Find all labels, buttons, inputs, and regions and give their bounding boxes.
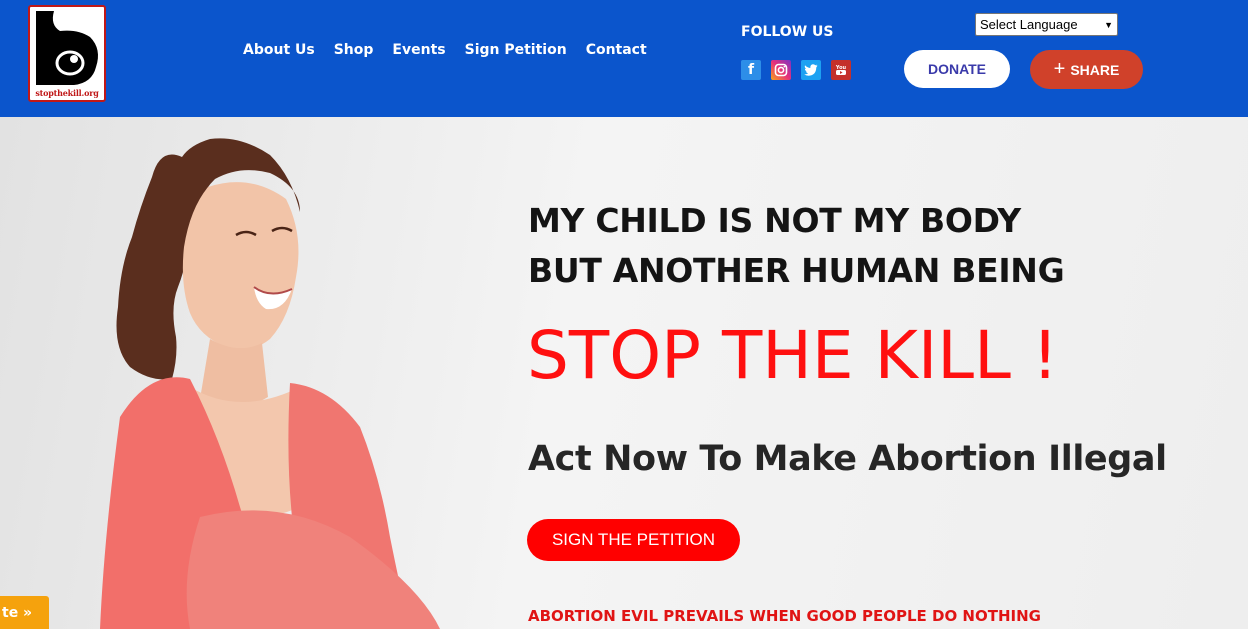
share-label: SHARE <box>1070 61 1120 78</box>
site-logo[interactable]: stopthekill.org <box>28 5 106 102</box>
nav-item-shop[interactable]: Shop <box>334 42 374 58</box>
pregnancy-silhouette-icon <box>36 11 98 85</box>
site-header: stopthekill.org About Us Shop Events Sig… <box>0 0 1248 117</box>
youtube-icon[interactable]: You <box>831 60 851 80</box>
nav-item-sign-petition[interactable]: Sign Petition <box>465 42 567 58</box>
language-select-value: Select Language <box>980 17 1078 32</box>
language-select[interactable]: Select Language ▼ <box>975 13 1118 36</box>
donate-button[interactable]: DONATE <box>904 50 1010 88</box>
stop-the-kill-heading: STOP THE KILL ! <box>527 317 1059 394</box>
facebook-icon[interactable]: f <box>741 60 761 80</box>
logo-text: stopthekill.org <box>35 88 99 98</box>
follow-us-label: FOLLOW US <box>741 24 834 40</box>
main-nav: About Us Shop Events Sign Petition Conta… <box>243 42 666 58</box>
call-to-action-heading: Act Now To Make Abortion Illegal <box>528 439 1167 479</box>
nav-item-about-us[interactable]: About Us <box>243 42 315 58</box>
nav-item-contact[interactable]: Contact <box>586 42 647 58</box>
pregnant-woman-image <box>100 138 440 629</box>
translate-tab[interactable]: te » <box>0 596 49 629</box>
sign-petition-button[interactable]: SIGN THE PETITION <box>527 519 740 561</box>
plus-icon: + <box>1053 57 1066 80</box>
share-button[interactable]: + SHARE <box>1030 50 1143 89</box>
twitter-icon[interactable] <box>801 60 821 80</box>
hero-tagline: ABORTION EVIL PREVAILS WHEN GOOD PEOPLE … <box>528 607 1041 625</box>
instagram-icon[interactable] <box>771 60 791 80</box>
hero-section: MY CHILD IS NOT MY BODY BUT ANOTHER HUMA… <box>0 117 1248 629</box>
chevron-down-icon: ▼ <box>1104 19 1113 30</box>
hero-headline-1: MY CHILD IS NOT MY BODY <box>528 201 1021 240</box>
nav-item-events[interactable]: Events <box>392 42 445 58</box>
hero-headline-2: BUT ANOTHER HUMAN BEING <box>528 251 1065 290</box>
